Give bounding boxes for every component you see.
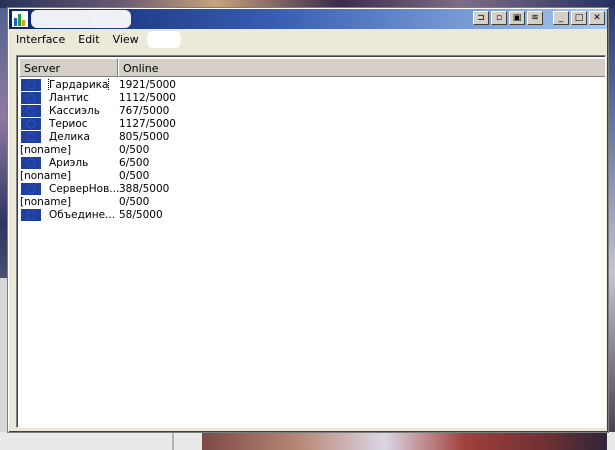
menu-edit[interactable]: Edit: [71, 33, 105, 46]
desktop-divider: [172, 432, 174, 450]
pin-button[interactable]: ⊐: [473, 11, 489, 25]
list-rows: Гардарика 1921/5000 Лантис 1112/5000 Кассиэл…: [19, 78, 319, 221]
server-cell: Териос: [19, 117, 119, 130]
online-count: 0/500: [119, 195, 150, 208]
maximize-button[interactable]: □: [571, 11, 587, 25]
eu-flag-icon: [21, 156, 41, 169]
server-name: Териос: [49, 117, 88, 130]
server-cell: Кассиэль: [19, 104, 119, 117]
online-count: 1112/5000: [119, 91, 176, 104]
table-row[interactable]: Лантис 1112/5000: [19, 91, 319, 104]
table-row[interactable]: [noname] 0/500: [19, 143, 319, 156]
desktop-wallpaper-art: [202, 432, 607, 450]
close-button[interactable]: ✕: [589, 11, 605, 25]
online-count: 767/5000: [119, 104, 170, 117]
eu-flag-icon: [21, 182, 41, 195]
column-header-online[interactable]: Online: [118, 58, 605, 77]
list-header: Server Online: [19, 58, 605, 77]
server-cell: Ариэль: [19, 156, 119, 169]
table-row[interactable]: СерверНов... 388/5000: [19, 182, 319, 195]
menu-redaction: [147, 31, 181, 48]
server-name: [noname]: [20, 195, 72, 208]
eu-flag-icon: [21, 117, 41, 130]
app-window: ⊐ ▫ ▣ ≋ _ □ ✕ Interface Edit View S Serv…: [7, 7, 609, 433]
table-row[interactable]: [noname] 0/500: [19, 195, 319, 208]
online-count: 6/500: [119, 156, 150, 169]
table-row[interactable]: Делика 805/5000: [19, 130, 319, 143]
table-row[interactable]: Объедине... 58/5000: [19, 208, 319, 221]
server-name: Ариэль: [49, 156, 89, 169]
menu-view[interactable]: View: [106, 33, 145, 46]
online-count: 0/500: [119, 169, 150, 182]
server-cell: Гардарика: [19, 78, 119, 91]
eu-flag-icon: [21, 130, 41, 143]
table-row[interactable]: Кассиэль 767/5000: [19, 104, 319, 117]
server-name: Лантис: [49, 91, 89, 104]
online-count: 805/5000: [119, 130, 170, 143]
table-row[interactable]: Гардарика 1921/5000: [19, 78, 319, 91]
server-cell: Делика: [19, 130, 119, 143]
menu-bar: Interface Edit View S: [9, 30, 607, 48]
server-name: [noname]: [20, 143, 72, 156]
server-name: [noname]: [20, 169, 72, 182]
server-name: Кассиэль: [49, 104, 100, 117]
eu-flag-icon: [21, 104, 41, 117]
eu-flag-icon: [21, 208, 41, 221]
server-list[interactable]: Server Online Гардарика 1921/5000 Лантис 11…: [16, 55, 606, 428]
rollup-button[interactable]: ≋: [527, 11, 543, 25]
server-cell: СерверНов...: [19, 182, 119, 195]
online-count: 1127/5000: [119, 117, 176, 130]
eu-flag-icon: [21, 78, 41, 91]
server-name: Делика: [49, 130, 90, 143]
app-chart-icon: [12, 11, 28, 27]
table-row[interactable]: Териос 1127/5000: [19, 117, 319, 130]
table-row[interactable]: [noname] 0/500: [19, 169, 319, 182]
server-name: СерверНов...: [49, 182, 119, 195]
server-cell: [noname]: [19, 196, 119, 208]
server-name: Объедине...: [49, 208, 116, 221]
menu-interface[interactable]: Interface: [9, 33, 71, 46]
online-count: 388/5000: [119, 182, 170, 195]
title-bar[interactable]: ⊐ ▫ ▣ ≋ _ □ ✕: [9, 9, 607, 29]
online-count: 0/500: [119, 143, 150, 156]
server-cell: Объедине...: [19, 208, 119, 221]
title-bar-spacer: [545, 11, 551, 27]
server-cell: [noname]: [19, 170, 119, 182]
table-row[interactable]: Ариэль 6/500: [19, 156, 319, 169]
tile-button[interactable]: ▣: [509, 11, 525, 25]
title-bar-buttons: ⊐ ▫ ▣ ≋ _ □ ✕: [473, 11, 605, 27]
server-cell: [noname]: [19, 144, 119, 156]
server-name: Гардарика: [47, 78, 110, 91]
title-redaction: [31, 10, 131, 28]
server-cell: Лантис: [19, 91, 119, 104]
eu-flag-icon: [21, 91, 41, 104]
online-count: 58/5000: [119, 208, 163, 221]
minimize-button[interactable]: _: [553, 11, 569, 25]
restore-small-button[interactable]: ▫: [491, 11, 507, 25]
column-header-server[interactable]: Server: [19, 58, 118, 77]
online-count: 1921/5000: [119, 78, 176, 91]
